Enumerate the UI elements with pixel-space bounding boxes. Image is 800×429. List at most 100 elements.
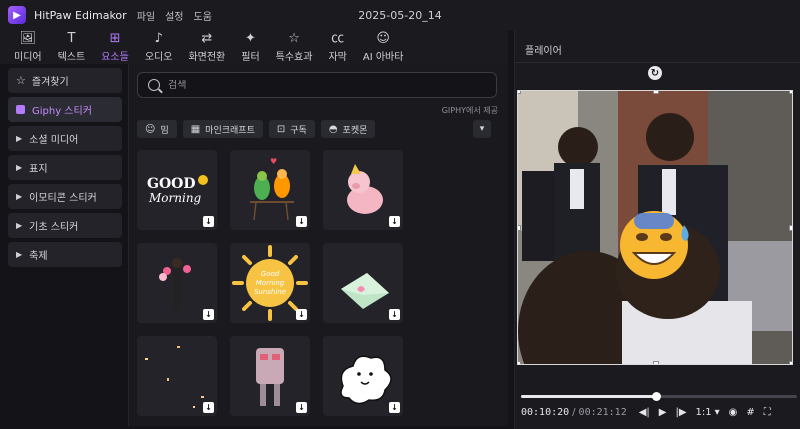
subtitle-icon: ㏄ [331, 30, 345, 46]
sticker-browser: GIPHY에서 제공 ☺ 밈 ▦ 마인크래프트 ⊡ 구독 ◓ 포켓몬 ▾ GOO… [128, 64, 508, 426]
category-festival[interactable]: ▶ 축제 [8, 242, 122, 267]
category-giphy-stickers[interactable]: Giphy 스티커 [8, 97, 122, 122]
media-icon: 🖼 [19, 30, 37, 46]
download-icon[interactable]: ↓ [203, 216, 214, 227]
tab-subtitle[interactable]: ㏄ 자막 [320, 30, 354, 64]
search-input[interactable] [168, 79, 468, 91]
smile-icon: ☺ [145, 123, 156, 135]
divider [515, 62, 800, 63]
video-preview[interactable] [517, 90, 793, 365]
playback-controls: 00:10:20 / 00:21:12 ◀| ▶ |▶ 1:1 ▾ ◉ # ⛶ [521, 404, 797, 420]
effects-icon: ☆ [288, 30, 300, 46]
rotate-icon[interactable]: ↻ [648, 66, 662, 80]
tab-transition[interactable]: ⇄ 화면전환 [180, 30, 233, 64]
download-icon[interactable]: ↓ [296, 216, 307, 227]
chip-meme[interactable]: ☺ 밈 [137, 120, 177, 138]
svg-text:Good: Good [261, 270, 280, 278]
menu-file[interactable]: 파일 [137, 8, 155, 23]
tab-media[interactable]: 🖼 미디어 [6, 30, 50, 64]
sticker-robot[interactable]: ↓ [230, 336, 310, 416]
minecraft-icon: ▦ [190, 123, 201, 135]
download-icon[interactable]: ↓ [203, 402, 214, 413]
menu-settings[interactable]: 설정 [165, 8, 183, 23]
tag-chips: ☺ 밈 ▦ 마인크래프트 ⊡ 구독 ◓ 포켓몬 ▾ [137, 120, 497, 140]
sticker-pig[interactable]: ↓ [323, 150, 403, 230]
text-icon: T [67, 30, 76, 46]
video-frame-image [518, 91, 792, 364]
download-icon[interactable]: ↓ [296, 309, 307, 320]
sticker-cloud-character[interactable]: ↓ [323, 336, 403, 416]
chevron-right-icon: ▶ [16, 134, 23, 143]
timeline-progress [521, 395, 657, 398]
download-icon[interactable]: ↓ [389, 402, 400, 413]
elements-icon: ⊞ [109, 30, 121, 46]
download-icon[interactable]: ↓ [389, 309, 400, 320]
sticker-parrots[interactable]: ♥ ↓ [230, 150, 310, 230]
sticker-envelope[interactable]: ↓ [323, 243, 403, 323]
chevron-right-icon: ▶ [16, 221, 23, 230]
category-social-media[interactable]: ▶ 소셜 미디어 [8, 126, 122, 151]
avatar-icon: ☺ [376, 30, 390, 46]
chevron-down-icon[interactable]: ▾ [473, 120, 491, 138]
total-time: 00:21:12 [578, 406, 627, 418]
chevron-right-icon: ▶ [16, 192, 23, 201]
resize-handle[interactable] [518, 361, 521, 364]
tab-audio[interactable]: ♪ 오디오 [137, 30, 181, 64]
title-bar: ▶ HitPaw Edimakor 파일 설정 도움 2025-05-20_14 [0, 0, 800, 30]
sticker-good-morning[interactable]: GOOD Morning ↓ [137, 150, 217, 230]
resize-handle[interactable] [789, 91, 792, 94]
time-separator: / [572, 406, 576, 418]
timeline-scrubber[interactable] [652, 392, 662, 401]
download-icon[interactable]: ↓ [389, 216, 400, 227]
fullscreen-icon[interactable]: ⛶ [764, 407, 771, 418]
download-icon[interactable]: ↓ [203, 309, 214, 320]
aspect-ratio-select[interactable]: 1:1 [696, 407, 712, 418]
menu-help[interactable]: 도움 [194, 8, 212, 23]
grid-icon[interactable]: # [746, 407, 754, 418]
playback-timeline[interactable] [521, 392, 797, 401]
sticker-good-morning-sunshine[interactable]: Good Morning Sunshine ↓ [230, 243, 310, 323]
chevron-down-icon[interactable]: ▾ [715, 407, 720, 418]
search-icon [148, 79, 160, 91]
chip-minecraft[interactable]: ▦ 마인크래프트 [182, 120, 263, 138]
resize-handle[interactable] [518, 225, 521, 231]
chip-pokemon[interactable]: ◓ 포켓몬 [320, 120, 376, 138]
project-name: 2025-05-20_14 [358, 8, 442, 22]
giphy-credit: GIPHY에서 제공 [441, 106, 498, 115]
category-emoticon-stickers[interactable]: ▶ 이모티콘 스티커 [8, 184, 122, 209]
sticker-confetti[interactable]: ↓ [137, 336, 217, 416]
player-panel: 플레이어 ↻ 00:10:20 / 00:21:12 ◀| ▶ |▶ 1:1 ▾… [514, 30, 800, 429]
category-cover[interactable]: ▶ 표지 [8, 155, 122, 180]
next-frame-icon[interactable]: |▶ [675, 407, 686, 418]
previous-frame-icon[interactable]: ◀| [639, 407, 650, 418]
tab-ai-avatar[interactable]: ☺ AI 아바타 [355, 30, 412, 64]
download-icon[interactable]: ↓ [296, 402, 307, 413]
chip-subscribe[interactable]: ⊡ 구독 [268, 120, 315, 138]
category-basic-stickers[interactable]: ▶ 기초 스티커 [8, 213, 122, 238]
current-time: 00:10:20 [521, 406, 570, 418]
svg-text:Morning: Morning [148, 191, 202, 205]
resize-handle[interactable] [653, 361, 659, 364]
category-favorites[interactable]: ☆ 즐겨찾기 [8, 68, 122, 93]
tab-effects[interactable]: ☆ 특수효과 [268, 30, 321, 64]
bookmark-icon: ⊡ [276, 123, 286, 135]
main-toolbar: 🖼 미디어 T 텍스트 ⊞ 요소들 ♪ 오디오 ⇄ 화면전환 ✦ 필터 ☆ 특수… [0, 30, 508, 64]
resize-handle[interactable] [518, 91, 521, 94]
player-title: 플레이어 [525, 46, 562, 57]
resize-handle[interactable] [789, 225, 792, 231]
music-icon: ♪ [154, 30, 163, 46]
sticker-balloons[interactable]: ↓ [137, 243, 217, 323]
resize-handle[interactable] [789, 361, 792, 364]
app-title: HitPaw Edimakor [34, 8, 127, 22]
tab-filter[interactable]: ✦ 필터 [233, 30, 267, 64]
svg-text:GOOD: GOOD [147, 176, 196, 192]
resize-handle[interactable] [653, 91, 659, 94]
snapshot-icon[interactable]: ◉ [729, 407, 738, 418]
tab-elements[interactable]: ⊞ 요소들 [93, 30, 137, 64]
play-icon[interactable]: ▶ [659, 407, 667, 418]
app-logo-icon: ▶ [8, 6, 26, 24]
svg-text:Morning: Morning [256, 279, 285, 287]
category-list: ☆ 즐겨찾기 Giphy 스티커 ▶ 소셜 미디어 ▶ 표지 ▶ 이모티콘 스티… [8, 68, 128, 426]
search-box[interactable] [137, 72, 497, 98]
tab-text[interactable]: T 텍스트 [50, 30, 94, 64]
